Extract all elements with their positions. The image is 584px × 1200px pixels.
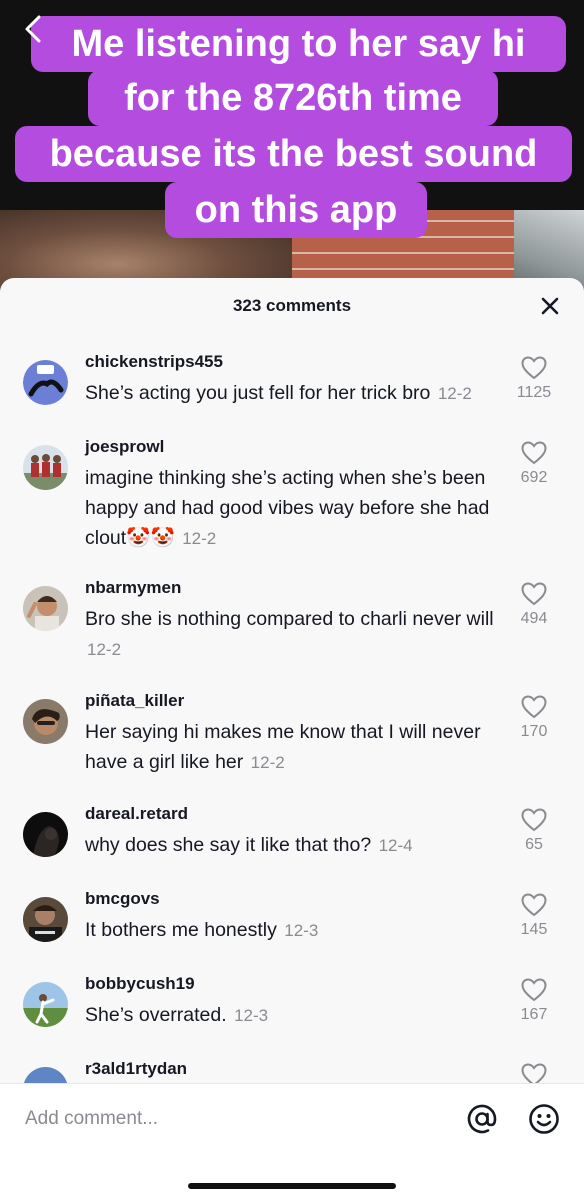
user-avatar[interactable]	[23, 699, 68, 744]
comment-date: 12-4	[378, 836, 413, 855]
smiley-icon[interactable]	[528, 1103, 560, 1135]
comment-body: It bothers me honestly	[85, 919, 277, 941]
comment-text: Her saying hi makes me know that I will …	[85, 717, 515, 778]
user-avatar[interactable]	[23, 586, 68, 631]
like-count: 494	[520, 610, 548, 627]
heart-icon	[521, 441, 547, 465]
comment-username[interactable]: chickenstrips455	[85, 352, 223, 372]
comment-username[interactable]: piñata_killer	[85, 691, 184, 711]
comment-body: She’s acting you just fell for her trick…	[85, 382, 431, 404]
like-button[interactable]: 1125	[502, 356, 566, 402]
comment-list[interactable]: chickenstrips455 She’s acting you just f…	[0, 334, 584, 1084]
comment-username[interactable]: nbarmymen	[85, 578, 181, 598]
comment-body: She’s overrated.	[85, 1004, 227, 1026]
back-chevron-icon[interactable]	[22, 14, 44, 44]
comment-username[interactable]: bmcgovs	[85, 889, 160, 909]
close-icon[interactable]	[540, 296, 560, 316]
like-button[interactable]: 170	[502, 695, 566, 741]
like-button[interactable]: 494	[502, 582, 566, 628]
clown-emoji: 🤡🤡	[126, 527, 175, 549]
heart-icon	[521, 582, 547, 606]
heart-icon	[521, 1063, 547, 1084]
like-count: 170	[520, 723, 548, 740]
heart-icon	[521, 893, 547, 917]
comment-composer	[0, 1083, 584, 1200]
at-sign-icon[interactable]	[466, 1103, 498, 1135]
comments-count: 323 comments	[232, 296, 352, 315]
video-player[interactable]: Me listening to her say hi for the 8726t…	[0, 0, 584, 300]
caption-line: on this app	[165, 182, 427, 238]
caption-line: because its the best sound	[15, 126, 572, 182]
user-avatar[interactable]	[23, 897, 68, 942]
caption-line: Me listening to her say hi	[31, 16, 566, 72]
like-count: 692	[520, 469, 548, 486]
comment-text: She’s overrated. 12-3	[85, 1000, 515, 1031]
comment-date: 12-3	[234, 1006, 269, 1025]
user-avatar[interactable]	[23, 360, 68, 405]
like-count: 1125	[516, 384, 552, 401]
comment-username[interactable]: dareal.retard	[85, 804, 188, 824]
user-avatar[interactable]	[23, 812, 68, 857]
comment-date: 12-2	[250, 753, 285, 772]
like-button[interactable]: 692	[502, 441, 566, 487]
comment-body: Bro she is nothing compared to charli ne…	[85, 608, 494, 630]
comments-sheet: 323 comments chickenstrips455 She’s acti…	[0, 278, 584, 1200]
comment-text: It bothers me honestly 12-3	[85, 915, 515, 946]
heart-icon	[521, 978, 547, 1002]
comment-username[interactable]: joesprowl	[85, 437, 164, 457]
like-count: 167	[520, 1006, 548, 1023]
heart-icon	[521, 356, 547, 380]
user-avatar[interactable]	[23, 445, 68, 490]
comment-date: 12-2	[182, 529, 217, 548]
heart-icon	[521, 808, 547, 832]
user-avatar[interactable]	[23, 1067, 68, 1084]
home-indicator[interactable]	[188, 1183, 396, 1189]
comment-body: why does she say it like that tho?	[85, 834, 372, 856]
comment-username[interactable]: bobbycush19	[85, 974, 195, 994]
add-comment-input[interactable]	[25, 1104, 425, 1134]
comment-username[interactable]: r3ald1rtydan	[85, 1059, 187, 1079]
like-count: 65	[525, 836, 543, 853]
user-avatar[interactable]	[23, 982, 68, 1027]
comments-header: 323 comments	[0, 278, 584, 334]
like-button[interactable]: 65	[502, 808, 566, 854]
comment-date: 12-3	[284, 921, 319, 940]
heart-icon	[521, 695, 547, 719]
comment-date: 12-2	[87, 640, 122, 659]
like-button[interactable]: 145	[502, 893, 566, 939]
like-count: 145	[520, 921, 548, 938]
like-button[interactable]: 167	[502, 978, 566, 1024]
comment-date: 12-2	[437, 384, 472, 403]
like-button[interactable]	[502, 1063, 566, 1084]
comment-text: why does she say it like that tho? 12-4	[85, 830, 515, 861]
caption-line: for the 8726th time	[88, 70, 498, 126]
comment-text: imagine thinking she’s acting when she’s…	[85, 463, 515, 554]
comment-text: She’s acting you just fell for her trick…	[85, 378, 515, 409]
comment-text: Bro she is nothing compared to charli ne…	[85, 604, 515, 665]
